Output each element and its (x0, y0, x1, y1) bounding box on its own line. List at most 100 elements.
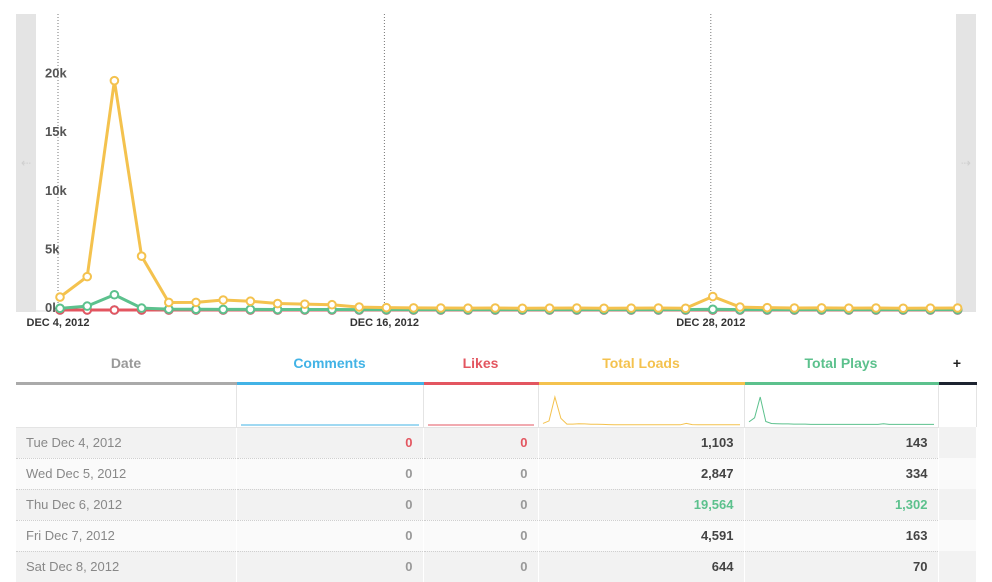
data-point-likes-2 (109, 305, 120, 315)
row-total-loads: 2,847 (538, 458, 745, 490)
row-comments: 0 (236, 489, 424, 521)
data-point-total-loads-33 (952, 303, 963, 313)
y-tick-label-4: 20k (45, 66, 67, 81)
column-header-total-loads[interactable]: Total Loads (538, 345, 744, 385)
data-point-total-loads-4 (164, 297, 174, 308)
data-point-total-loads-3 (136, 251, 147, 261)
column-header-date[interactable]: Date (16, 345, 236, 385)
data-point-total-plays-3 (136, 303, 147, 313)
data-point-total-loads-25 (735, 302, 745, 312)
sparkline-total-loads (542, 394, 740, 425)
row-likes: 0 (423, 489, 539, 521)
data-point-total-loads-10 (327, 299, 337, 310)
x-tick-label-2: DEC 28, 2012 (676, 317, 745, 329)
data-point-total-loads-31 (898, 303, 909, 314)
row-comments: 0 (236, 551, 424, 582)
sparkline-cell-empty (938, 383, 977, 427)
column-header-comments[interactable]: Comments (236, 345, 423, 385)
row-total-loads: 644 (538, 551, 745, 582)
row-filler (938, 551, 976, 582)
data-point-total-loads-22 (653, 303, 664, 313)
data-point-total-loads-12 (381, 302, 392, 313)
table-row: Sat Dec 8, 2012 0 0 644 70 (16, 551, 976, 582)
table-header-row: Date Comments Likes Total Loads Total Pl… (16, 345, 976, 385)
row-filler (938, 458, 976, 489)
table-row: Thu Dec 6, 2012 0 0 19,564 1,302 (16, 489, 976, 521)
row-date: Wed Dec 5, 2012 (16, 458, 237, 490)
sparkline-cell-date (16, 383, 237, 428)
data-point-total-loads-20 (599, 303, 609, 314)
table-row: Tue Dec 4, 2012 0 0 1,103 143 (16, 427, 976, 459)
row-total-loads: 1,103 (538, 427, 745, 459)
sparkline-cell-plays (744, 383, 939, 428)
data-point-total-loads-17 (517, 303, 528, 314)
row-total-plays: 70 (744, 551, 939, 582)
row-comments: 0 (236, 427, 424, 459)
data-point-total-loads-26 (762, 302, 773, 313)
data-point-total-loads-21 (626, 303, 637, 313)
data-point-total-loads-15 (463, 303, 473, 313)
sparkline-path-total-loads (542, 394, 740, 425)
row-date: Sat Dec 8, 2012 (16, 551, 237, 582)
row-total-plays: 1,302 (744, 489, 939, 521)
data-point-total-loads-18 (544, 303, 555, 313)
row-likes: 0 (423, 458, 539, 490)
row-likes: 0 (423, 427, 539, 459)
column-header-total-plays[interactable]: Total Plays (744, 345, 938, 385)
data-point-total-loads-13 (408, 303, 419, 313)
data-point-total-loads-8 (272, 298, 283, 309)
data-point-total-plays-2 (109, 289, 120, 300)
data-point-total-loads-7 (245, 296, 256, 307)
row-total-loads: 4,591 (538, 520, 745, 552)
sparkline-total-plays (748, 396, 934, 425)
data-point-total-loads-19 (572, 303, 582, 313)
row-comments: 0 (236, 520, 424, 552)
row-date: Fri Dec 7, 2012 (16, 520, 237, 552)
y-tick-label-3: 15k (45, 124, 67, 139)
data-point-total-loads-9 (300, 299, 310, 309)
data-point-total-loads-2 (109, 75, 120, 86)
data-point-total-loads-5 (191, 297, 201, 308)
data-point-total-loads-6 (218, 295, 228, 305)
data-point-total-loads-30 (871, 303, 881, 313)
table-row: Wed Dec 5, 2012 0 0 2,847 334 (16, 458, 976, 490)
sparkline-likes (427, 424, 534, 425)
row-filler (938, 520, 976, 551)
column-header-likes[interactable]: Likes (423, 345, 538, 385)
data-point-total-plays-7 (245, 304, 256, 315)
data-point-total-loads-0 (55, 292, 65, 302)
row-filler (938, 489, 976, 520)
data-point-total-loads-27 (789, 303, 800, 313)
data-point-total-loads-14 (436, 303, 446, 313)
row-total-plays: 163 (744, 520, 939, 552)
row-date: Tue Dec 4, 2012 (16, 427, 237, 459)
data-point-total-loads-1 (82, 271, 92, 282)
data-point-total-loads-24 (708, 291, 718, 302)
data-point-total-loads-16 (490, 303, 501, 313)
x-tick-label-0: DEC 4, 2012 (27, 317, 90, 329)
data-point-total-loads-28 (816, 303, 827, 313)
sparkline-row (16, 383, 977, 428)
data-point-total-plays-6 (218, 304, 228, 315)
sparkline-path-total-plays (748, 396, 934, 425)
data-point-total-loads-11 (354, 302, 365, 312)
y-tick-label-2: 10k (45, 183, 67, 198)
data-point-total-plays-1 (82, 301, 92, 311)
add-column-button[interactable]: + (938, 345, 976, 385)
y-tick-label-1: 5k (45, 241, 60, 256)
row-total-plays: 334 (744, 458, 939, 490)
sparkline-cell-likes (423, 383, 539, 428)
row-total-loads: 19,564 (538, 489, 745, 521)
data-point-total-plays-24 (708, 304, 718, 315)
line-chart-svg: 0k5k10k15k20kDEC 4, 2012 DEC 16, 2012 DEC … (27, 14, 963, 329)
sparkline-comments (240, 424, 419, 425)
table-row: Fri Dec 7, 2012 0 0 4,591 163 (16, 520, 976, 552)
analytics-chart: ⇠ ⇢ 0k 5k 10k 15k 20k DEC 4, 2012 DEC 16, 2012… (16, 14, 976, 334)
plot-area (36, 14, 956, 312)
stats-table: Date Comments Likes Total Loads Total Pl… (16, 345, 977, 582)
row-comments: 0 (236, 458, 424, 490)
sparkline-cell-comments (236, 383, 424, 428)
row-total-plays: 143 (744, 427, 939, 459)
x-tick-label-1: DEC 16, 2012 (350, 317, 419, 329)
data-point-total-loads-32 (925, 303, 936, 313)
